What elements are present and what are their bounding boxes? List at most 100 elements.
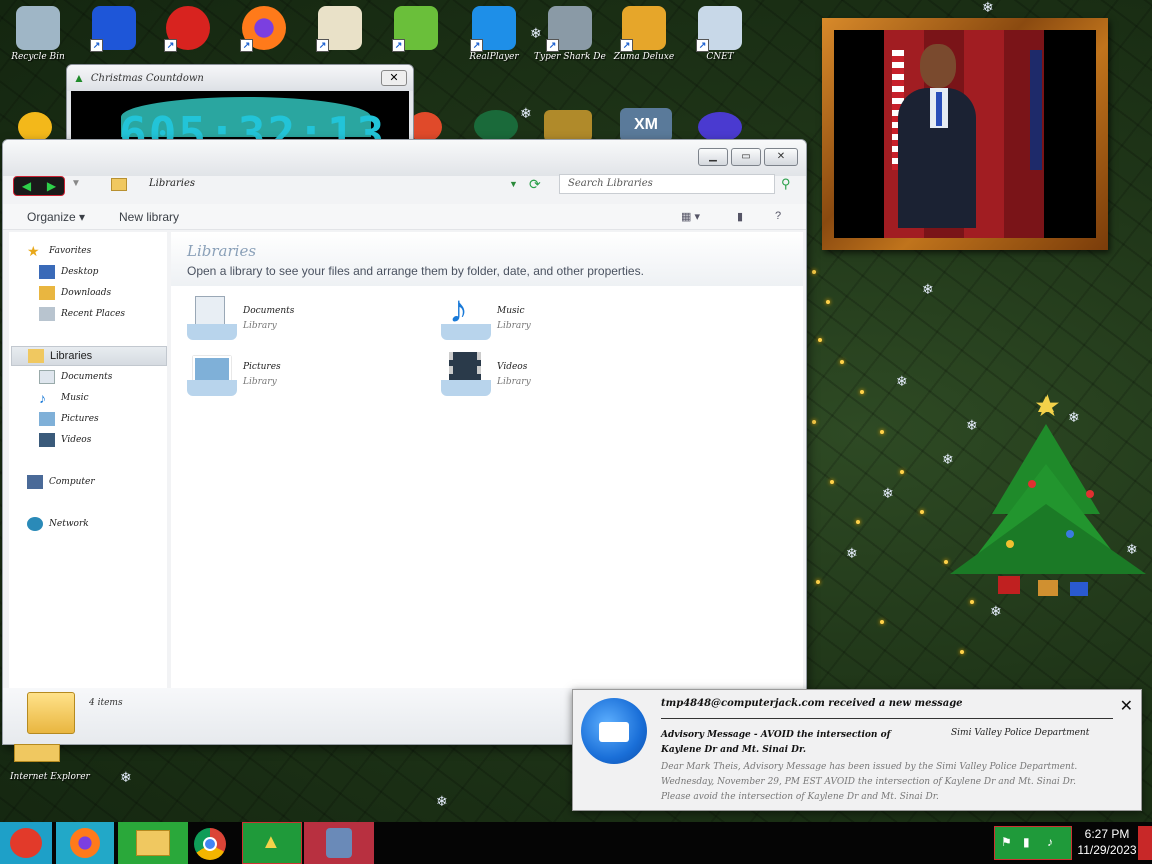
system-tray[interactable]: ⚑ ▮ ♪	[994, 826, 1072, 860]
nav-label: Libraries	[50, 350, 93, 362]
close-button[interactable]: ✕	[764, 148, 798, 166]
desktop-icon-2[interactable]: ↗	[78, 0, 150, 52]
snowflake-icon: ❄	[896, 373, 908, 389]
notification-sender: Simi Valley Police Department	[951, 728, 1090, 738]
network-icon	[27, 517, 43, 531]
snowflake-icon: ❄	[882, 485, 894, 501]
countdown-display: 605:32:13	[71, 91, 409, 143]
preview-pane-button[interactable]: ▮	[737, 210, 743, 223]
new-library-button[interactable]: New library	[119, 210, 179, 224]
countdown-window[interactable]: ▲ Christmas Countdown ✕ 605:32:13	[66, 64, 414, 144]
nav-libraries[interactable]: Libraries	[11, 346, 167, 366]
clock[interactable]: 6:27 PM 11/29/2023	[1074, 826, 1140, 858]
shortcut-arrow-icon: ↗	[316, 39, 329, 52]
taskbar-countdown[interactable]: ▲	[242, 822, 302, 864]
desktop-icon-label: Zuma Deluxe	[613, 52, 675, 62]
flag-icon: ⚑	[1001, 835, 1012, 849]
taskbar-explorer[interactable]	[118, 822, 188, 864]
thunderbird-icon	[581, 698, 647, 764]
countdown-close-button[interactable]: ✕	[381, 70, 407, 86]
change-view-button[interactable]: ▦ ▾	[681, 210, 700, 223]
desktop-folder-icon[interactable]	[14, 744, 60, 762]
photo-frame-gadget[interactable]	[822, 18, 1108, 250]
snowflake-icon: ❄	[120, 769, 132, 785]
nav-recent-places[interactable]: Recent Places	[39, 305, 125, 323]
explorer-window[interactable]: ▁ ▭ ✕ ◀ ▶ ▼ Libraries ▼ ⟳ Search Librari…	[2, 139, 807, 745]
nav-documents[interactable]: Documents	[39, 368, 112, 386]
taskbar-chrome[interactable]	[192, 822, 230, 864]
shortcut-arrow-icon: ↗	[546, 39, 559, 52]
nav-favorites[interactable]: ★ Favorites	[27, 242, 91, 260]
desktop-icon-partial[interactable]	[698, 112, 742, 142]
nav-downloads[interactable]: Downloads	[39, 284, 111, 302]
recent-pages-dropdown[interactable]: ▼	[71, 178, 81, 189]
svg-text:★: ★	[1034, 389, 1061, 424]
forward-button[interactable]: ▶	[47, 179, 56, 193]
santa-icon	[10, 828, 42, 858]
computer-icon	[27, 475, 43, 489]
item-count: 4 items	[89, 698, 123, 708]
sparkle	[880, 620, 884, 624]
videos-library-icon	[441, 352, 491, 398]
desktop-icon-partial[interactable]	[474, 110, 518, 142]
show-desktop-button[interactable]	[1138, 826, 1152, 860]
sparkle	[812, 270, 816, 274]
nav-desktop[interactable]: Desktop	[39, 263, 98, 281]
breadcrumb-libraries[interactable]: Libraries	[149, 178, 195, 189]
portrait-photo	[834, 30, 1096, 238]
search-input[interactable]: Search Libraries	[559, 174, 775, 194]
mail-notification[interactable]: tmp4848@computerjack.com received a new …	[572, 689, 1142, 811]
start-button[interactable]	[0, 822, 52, 864]
desktop-icon-realplayer[interactable]: ↗ RealPlayer	[458, 0, 530, 62]
library-videos[interactable]: Videos Library	[441, 352, 531, 398]
navigation-pane: ★ Favorites Desktop Downloads Recent Pla…	[9, 232, 167, 692]
countdown-titlebar[interactable]: ▲ Christmas Countdown ✕	[67, 65, 413, 91]
search-icon[interactable]: ⚲	[781, 176, 791, 192]
library-music[interactable]: ♪ Music Library	[441, 290, 531, 342]
refresh-button[interactable]: ⟳	[529, 176, 541, 193]
desktop-icon-recycle-bin[interactable]: Recycle Bin	[2, 0, 74, 62]
shortcut-arrow-icon: ↗	[620, 39, 633, 52]
nav-pictures[interactable]: Pictures	[39, 410, 99, 428]
minimize-button[interactable]: ▁	[698, 148, 728, 166]
desktop-icon-5[interactable]: ↗	[304, 0, 376, 52]
address-dropdown[interactable]: ▼	[509, 179, 518, 189]
taskbar-firefox[interactable]	[56, 822, 114, 864]
pictures-icon	[39, 412, 55, 426]
organize-button[interactable]: Organize ▾	[27, 210, 85, 224]
shortcut-arrow-icon: ↗	[696, 39, 709, 52]
sparkle	[960, 650, 964, 654]
nav-network[interactable]: Network	[27, 515, 89, 533]
notification-close-button[interactable]: ✕	[1120, 696, 1133, 716]
notification-subject: Advisory Message - AVOID the intersectio…	[661, 730, 891, 755]
desktop-icon-zuma[interactable]: ↗ Zuma Deluxe	[608, 0, 680, 62]
desktop-icon-partial[interactable]	[544, 110, 592, 142]
help-button[interactable]: ?	[775, 210, 781, 222]
nav-label: Network	[49, 519, 89, 529]
person-head	[920, 44, 956, 88]
nav-music[interactable]: ♪ Music	[39, 389, 89, 407]
nav-videos[interactable]: Videos	[39, 431, 91, 449]
desktop-icon-3[interactable]: ↗	[152, 0, 224, 52]
library-type: Library	[497, 321, 531, 331]
taskbar-thunderbird[interactable]	[304, 822, 374, 864]
clock-date: 11/29/2023	[1077, 843, 1137, 857]
downloads-folder-icon	[39, 286, 55, 300]
desktop-icon-6[interactable]: ↗	[380, 0, 452, 52]
music-library-icon: ♪	[441, 290, 491, 342]
shortcut-arrow-icon: ↗	[90, 39, 103, 52]
maximize-button[interactable]: ▭	[731, 148, 761, 166]
desktop-icon-firefox[interactable]: ↗	[228, 0, 300, 52]
nav-computer[interactable]: Computer	[27, 473, 95, 491]
desktop-icon-typer-shark[interactable]: ↗ Typer Shark Deluxe	[534, 0, 606, 62]
documents-icon	[39, 370, 55, 384]
explorer-titlebar[interactable]: ▁ ▭ ✕	[3, 140, 806, 176]
sparkle	[944, 560, 948, 564]
desktop-icon-cnet[interactable]: ↗ CNET	[684, 0, 756, 62]
library-documents[interactable]: Documents Library	[187, 296, 294, 342]
library-pictures[interactable]: Pictures Library	[187, 352, 281, 398]
desktop-icon-partial[interactable]	[18, 112, 52, 142]
xm-icon[interactable]: XM	[620, 108, 672, 142]
videos-icon	[39, 433, 55, 447]
back-button[interactable]: ◀	[22, 179, 31, 193]
